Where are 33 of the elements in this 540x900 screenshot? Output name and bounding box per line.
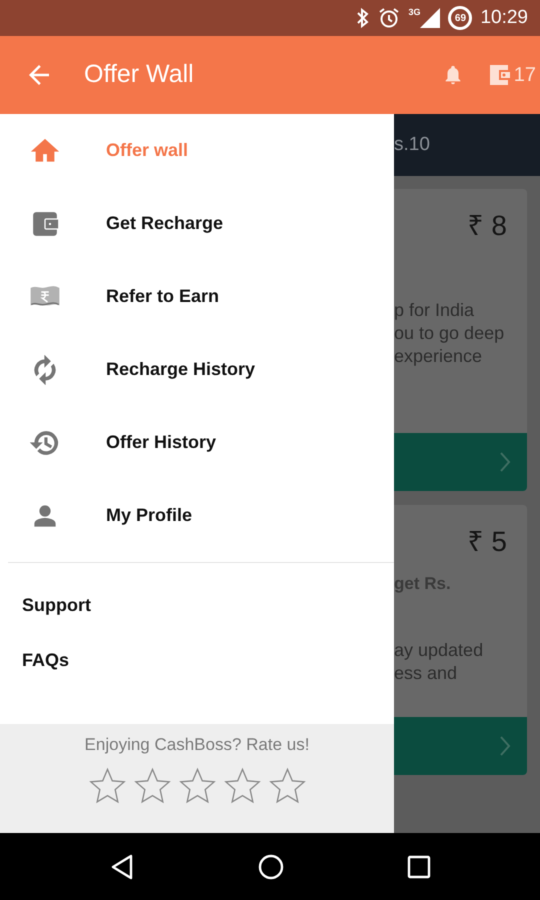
bluetooth-icon — [356, 7, 370, 29]
drawer-link[interactable]: Support — [0, 578, 394, 633]
star-icon[interactable] — [222, 766, 262, 806]
recents-nav-icon[interactable] — [406, 854, 431, 878]
rating-prompt: Enjoying CashBoss? Rate us! — [84, 734, 310, 756]
signal-icon — [420, 8, 440, 28]
banner-text: s.10 — [394, 132, 430, 157]
offer-description: ou to go deep — [394, 322, 506, 345]
home-nav-icon[interactable] — [258, 854, 284, 880]
chevron-right-icon — [499, 451, 511, 473]
offer-description: ess and — [394, 662, 458, 684]
alarm-icon — [378, 7, 400, 29]
drawer-link[interactable]: FAQs — [0, 633, 394, 688]
battery-indicator: 69 — [448, 6, 472, 30]
offer-price: ₹ 8 — [466, 209, 508, 243]
star-icon[interactable] — [132, 766, 172, 806]
drawer-item[interactable]: Offer History — [0, 406, 394, 479]
clock-time: 10:29 — [480, 6, 528, 30]
drawer-item[interactable]: My Profile — [0, 479, 394, 552]
offer-description: ay updated — [394, 638, 484, 662]
star-icon[interactable] — [86, 766, 128, 806]
offer-price: ₹ 5 — [466, 525, 508, 559]
network-label: 3G — [408, 8, 420, 17]
offer-description: experience — [394, 345, 484, 368]
chevron-right-icon — [499, 735, 511, 757]
drawer-item[interactable]: Get Recharge — [0, 187, 394, 260]
star-icon[interactable] — [266, 766, 308, 806]
star-icon[interactable] — [176, 766, 218, 806]
screen-title: Offer Wall — [84, 59, 195, 90]
drawer-item[interactable]: Refer to Earn — [0, 260, 394, 333]
offer-description: p for India — [394, 299, 476, 322]
wallet-icon — [488, 65, 510, 85]
drawer-item[interactable]: Recharge History — [0, 333, 394, 406]
